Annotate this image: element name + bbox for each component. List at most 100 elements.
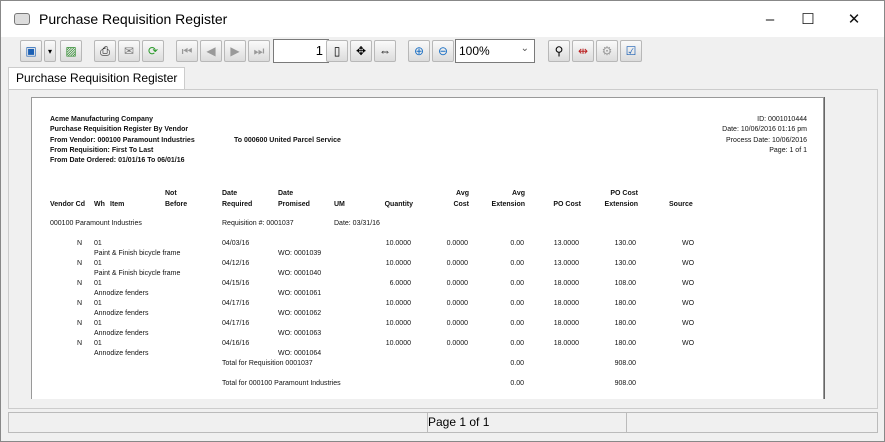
report-header-line: Purchase Requisition Register By Vendor xyxy=(50,126,189,134)
row-source: WO xyxy=(682,280,695,287)
row-not-before: N xyxy=(77,240,83,247)
zoom-select[interactable]: 100% ⌄ xyxy=(455,39,535,63)
row-description: Annodize fenders xyxy=(94,290,149,297)
row-description: Annodize fenders xyxy=(94,350,149,357)
requisition-number: Requisition #: 0001037 xyxy=(222,220,294,227)
tab-report[interactable]: Purchase Requisition Register xyxy=(8,67,186,90)
window-title: Purchase Requisition Register xyxy=(39,11,228,27)
row-wh: 01 xyxy=(94,300,102,307)
row-wh: 01 xyxy=(94,280,102,287)
row-not-before: N xyxy=(77,340,83,347)
app-icon xyxy=(14,13,30,25)
col-date-promised: Date xyxy=(278,190,294,197)
row-date-required: 04/03/16 xyxy=(222,240,250,247)
maximize-button[interactable]: ☐ xyxy=(785,1,831,37)
row-source: WO xyxy=(682,340,695,347)
row-date-required: 04/17/16 xyxy=(222,300,250,307)
row-source: WO xyxy=(682,260,695,267)
col-not-before: Before xyxy=(165,201,188,208)
next-page-icon[interactable]: ▶ xyxy=(224,40,246,62)
row-date-promised: WO: 0001063 xyxy=(278,330,322,337)
row-not-before: N xyxy=(77,260,83,267)
status-page: Page 1 of 1 xyxy=(427,413,627,432)
save-icon[interactable]: ▣ xyxy=(20,40,42,62)
status-bar: Page 1 of 1 xyxy=(8,412,878,433)
zoom-out-icon[interactable]: ⊖ xyxy=(432,40,454,62)
export-image-icon[interactable]: ▨ xyxy=(60,40,82,62)
row-not-before: N xyxy=(77,300,83,307)
report-header-line: From Requisition: First To Last xyxy=(50,146,154,154)
col-date-required: Required xyxy=(222,201,253,208)
total-label: Total for Requisition 0001037 xyxy=(222,360,313,367)
row-description: Annodize fenders xyxy=(94,330,149,337)
row-date-promised: WO: 0001061 xyxy=(278,290,322,297)
col-date-promised: Promised xyxy=(278,201,310,208)
settings-icon[interactable]: ⚙ xyxy=(596,40,618,62)
col-vendor-cd: Vendor Cd xyxy=(50,201,86,208)
row-wh: 01 xyxy=(94,260,102,267)
row-date-required: 04/16/16 xyxy=(222,340,250,347)
row-date-required: 04/15/16 xyxy=(222,280,250,287)
row-po-cost-extension: 180.00 xyxy=(614,320,636,327)
print-icon[interactable]: ⎙ xyxy=(94,40,116,62)
row-po-cost-extension: 180.00 xyxy=(614,300,636,307)
col-po-cost-extension: PO Cost xyxy=(610,190,638,197)
row-wh: 01 xyxy=(94,320,102,327)
total-avg-extension: 0.00 xyxy=(510,360,524,367)
row-po-cost-extension: 180.00 xyxy=(614,340,636,347)
report-header-line: From Vendor: 000100 Paramount Industries xyxy=(50,136,195,144)
page-number-input[interactable]: 1 xyxy=(273,39,329,63)
find-icon[interactable]: ⚲ xyxy=(548,40,570,62)
fit-page-icon[interactable]: ✥ xyxy=(350,40,372,62)
row-description: Annodize fenders xyxy=(94,310,149,317)
col-avg-extension: Avg xyxy=(512,190,525,197)
row-description: Paint & Finish bicycle frame xyxy=(94,270,181,277)
requisition-date: Date: 03/31/16 xyxy=(334,220,380,227)
fit-width-icon[interactable]: ⇔ xyxy=(374,40,396,62)
previous-page-icon[interactable]: ◀ xyxy=(200,40,222,62)
parameters-icon[interactable]: ☑ xyxy=(620,40,642,62)
row-wh: 01 xyxy=(94,340,102,347)
email-icon[interactable]: ✉ xyxy=(118,40,140,62)
report-header-line: Acme Manufacturing Company xyxy=(50,116,154,123)
col-source: Source xyxy=(669,201,693,208)
row-source: WO xyxy=(682,320,695,327)
vendor-name: 000100 Paramount Industries xyxy=(50,220,142,227)
row-date-promised: WO: 0001062 xyxy=(278,310,322,317)
col-not-before: Not xyxy=(165,190,177,197)
last-page-icon[interactable]: ⏭ xyxy=(248,40,270,62)
row-po-cost-extension: 130.00 xyxy=(614,260,636,267)
row-date-required: 04/17/16 xyxy=(222,320,250,327)
first-page-icon[interactable]: ⏮ xyxy=(176,40,198,62)
report-info-line: Process Date: 10/06/2016 xyxy=(726,136,807,144)
row-date-promised: WO: 0001040 xyxy=(278,270,322,277)
refresh-icon[interactable]: ⟳ xyxy=(142,40,164,62)
total-avg-extension: 0.00 xyxy=(510,380,524,387)
close-button[interactable]: ✕ xyxy=(831,1,877,37)
zoom-in-icon[interactable]: ⊕ xyxy=(408,40,430,62)
report-info-line: Page: 1 of 1 xyxy=(769,146,807,154)
report-window: Purchase Requisition Register – ☐ ✕ ▣ ▾ … xyxy=(0,0,885,442)
report-info-line: Date: 10/06/2016 01:16 pm xyxy=(722,126,807,134)
row-source: WO xyxy=(682,300,695,307)
col-item: Item xyxy=(110,201,125,208)
row-wh: 01 xyxy=(94,240,102,247)
title-bar: Purchase Requisition Register – ☐ ✕ xyxy=(1,1,884,37)
col-date-required: Date xyxy=(222,190,238,197)
single-page-icon[interactable]: ▯ xyxy=(326,40,348,62)
report-page: Acme Manufacturing Company Purchase Requi… xyxy=(31,97,824,399)
row-not-before: N xyxy=(77,280,83,287)
total-po-cost-extension: 908.00 xyxy=(614,380,636,387)
row-description: Paint & Finish bicycle frame xyxy=(94,250,181,257)
row-not-before: N xyxy=(77,320,83,327)
total-po-cost-extension: 908.00 xyxy=(614,360,636,367)
report-info-line: ID: 0001010444 xyxy=(757,116,807,123)
page-setup-icon[interactable]: ⇹ xyxy=(572,40,594,62)
save-dropdown-icon[interactable]: ▾ xyxy=(44,40,56,62)
to-vendor: To 000600 United Parcel Service xyxy=(234,137,341,144)
row-po-cost-extension: 108.00 xyxy=(614,280,636,287)
chevron-down-icon: ⌄ xyxy=(520,43,529,54)
row-date-promised: WO: 0001039 xyxy=(278,250,322,257)
total-label: Total for 000100 Paramount Industries xyxy=(222,380,341,387)
row-date-required: 04/12/16 xyxy=(222,260,250,267)
